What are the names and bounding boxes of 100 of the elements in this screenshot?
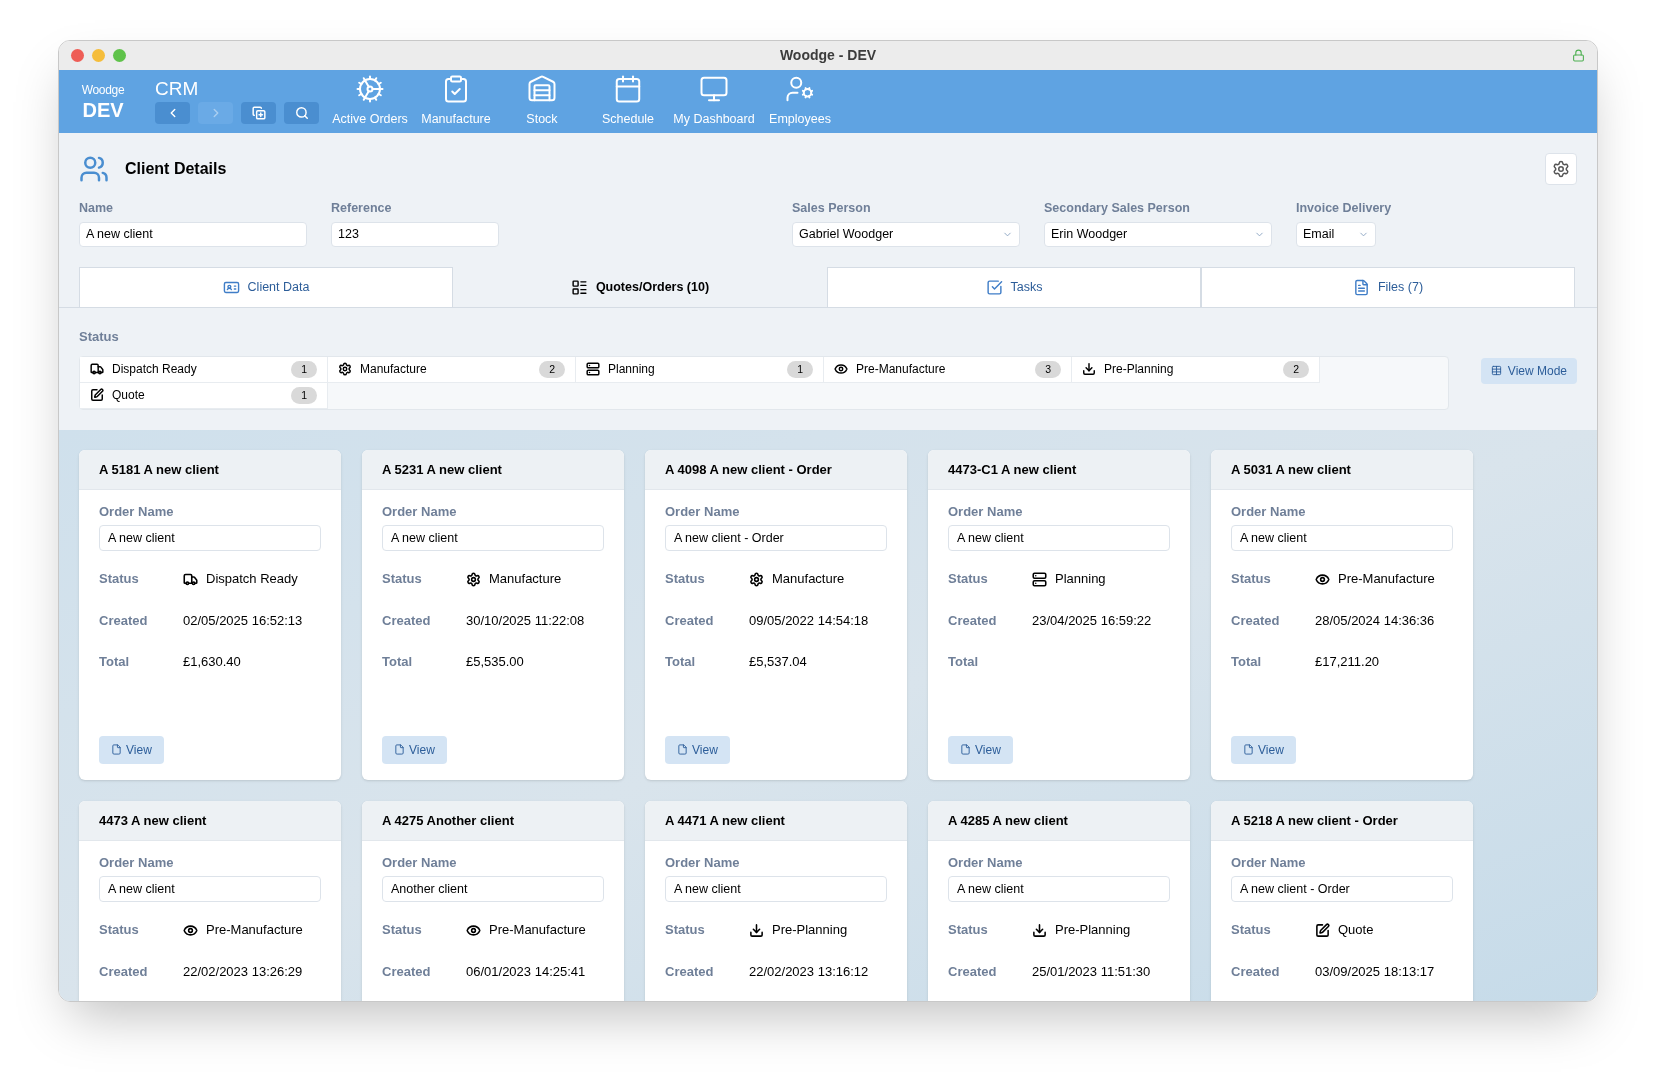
lock-icon	[1572, 49, 1585, 62]
field-label: Order Name	[948, 502, 1024, 521]
select-field[interactable]: Gabriel Woodger	[792, 221, 1020, 247]
new-button[interactable]	[241, 102, 276, 124]
view-button[interactable]: View	[99, 735, 164, 764]
created-value: 09/05/2022 14:54:18	[749, 611, 870, 630]
status-value: Pre-Manufacture	[1338, 570, 1435, 589]
order-name-field[interactable]: A new client	[99, 525, 321, 552]
app-name: CRM	[155, 79, 200, 98]
card-title: 4473-C1 A new client	[948, 460, 1077, 479]
view-button[interactable]: View	[382, 735, 447, 764]
status-value: Planning	[1055, 570, 1106, 589]
order-name-field[interactable]: A new client - Order	[665, 525, 887, 552]
edit-icon	[1315, 922, 1330, 938]
status-filter[interactable]: Dispatch Ready 1	[80, 356, 328, 383]
people-icon	[79, 154, 109, 184]
status-filter[interactable]: Pre-Planning 2	[1072, 356, 1320, 383]
total-value: £5,535.00	[466, 653, 525, 672]
status-filter[interactable]: Quote 1	[80, 382, 328, 409]
logo-text: Woodge	[81, 83, 125, 96]
created-value: 02/05/2025 16:52:13	[183, 611, 304, 630]
field-label: Order Name	[948, 853, 1024, 872]
tab[interactable]: Tasks	[827, 266, 1201, 307]
order-name-field[interactable]: A new client	[948, 876, 1170, 903]
tab[interactable]: Client Data	[79, 266, 453, 307]
order-name-field[interactable]: A new client	[1231, 525, 1453, 552]
field-label: Created	[948, 962, 998, 981]
gear-icon	[338, 362, 352, 377]
tab[interactable]: Quotes/Orders (10)	[453, 266, 827, 307]
count-badge: 2	[1283, 360, 1309, 378]
eye-icon	[183, 922, 198, 938]
order-name-field[interactable]: A new client - Order	[1231, 876, 1453, 903]
text-field[interactable]: 123	[331, 221, 499, 247]
status-filter[interactable]: Manufacture 2	[328, 356, 576, 383]
count-badge: 1	[291, 360, 317, 378]
field-label: Total	[948, 653, 980, 672]
select-field[interactable]: Erin Woodger	[1044, 221, 1272, 247]
window-title: Woodge - DEV	[779, 46, 877, 65]
checkbox-icon	[985, 278, 1003, 296]
calendar-icon	[613, 74, 643, 105]
order-name-field[interactable]: A new client	[99, 876, 321, 903]
field-label: Order Name	[665, 853, 741, 872]
field-label: Name	[79, 200, 115, 217]
status-value: Pre-Manufacture	[206, 921, 303, 940]
tab[interactable]: Files (7)	[1201, 266, 1575, 307]
view-button[interactable]: View	[665, 735, 730, 764]
card-title: 4473 A new client	[99, 811, 207, 830]
status-filter[interactable]: Planning 1	[576, 356, 824, 383]
add-icon	[251, 106, 266, 120]
field-label: Created	[99, 611, 149, 630]
gear-icon	[749, 571, 764, 587]
download-icon	[1082, 362, 1096, 377]
count-badge: 3	[1035, 360, 1061, 378]
order-name-field[interactable]: Another client	[382, 876, 604, 903]
created-value: 03/09/2025 18:13:17	[1315, 962, 1436, 981]
field-label: Status	[1231, 570, 1272, 589]
field-label: Status	[99, 921, 140, 940]
search-button[interactable]	[284, 102, 319, 124]
status-value: Manufacture	[772, 570, 845, 589]
server-icon	[1032, 571, 1047, 587]
text-field[interactable]: A new client	[79, 221, 307, 247]
field-label: Total	[382, 653, 414, 672]
logo-title: DEV	[82, 99, 124, 120]
gear-icon	[466, 571, 481, 587]
status-value: Pre-Manufacture	[489, 921, 586, 940]
maximize-icon[interactable]	[113, 49, 126, 62]
total-value: £5,537.04	[749, 653, 808, 672]
order-name-field[interactable]: A new client	[382, 525, 604, 552]
card-title: A 5031 A new client	[1231, 460, 1351, 479]
field-label: Order Name	[99, 502, 175, 521]
document-icon	[1243, 744, 1254, 756]
field-label: Status	[665, 570, 706, 589]
view-button[interactable]: View	[948, 735, 1013, 764]
back-button[interactable]	[155, 102, 190, 124]
status-filter[interactable]: Pre-Manufacture 3	[824, 356, 1072, 383]
count-badge: 1	[787, 360, 813, 378]
settings-button[interactable]	[1545, 153, 1577, 185]
card-title: A 4098 A new client - Order	[665, 460, 832, 479]
table-icon	[1490, 365, 1502, 377]
view-mode-button[interactable]: View Mode	[1480, 357, 1577, 384]
field-label: Status	[948, 570, 989, 589]
total-value: £1,630.40	[183, 653, 242, 672]
list-icon	[570, 278, 588, 296]
order-name-field[interactable]: A new client	[665, 876, 887, 903]
eye-icon	[466, 922, 481, 938]
field-label: Order Name	[382, 853, 458, 872]
field-label: Status	[665, 921, 706, 940]
order-name-field[interactable]: A new client	[948, 525, 1170, 552]
created-value: 06/01/2023 14:25:41	[466, 962, 587, 981]
total-value: £17,211.20	[1315, 653, 1381, 672]
select-field[interactable]: Email	[1296, 221, 1376, 247]
section-title: Status	[79, 328, 119, 344]
field-label: Status	[382, 570, 423, 589]
document-icon	[394, 744, 405, 756]
close-icon[interactable]	[71, 49, 84, 62]
view-button[interactable]: View	[1231, 735, 1296, 764]
field-label: Total	[99, 653, 131, 672]
minimize-icon[interactable]	[92, 49, 105, 62]
field-label: Order Name	[1231, 502, 1307, 521]
field-label: Created	[665, 611, 715, 630]
